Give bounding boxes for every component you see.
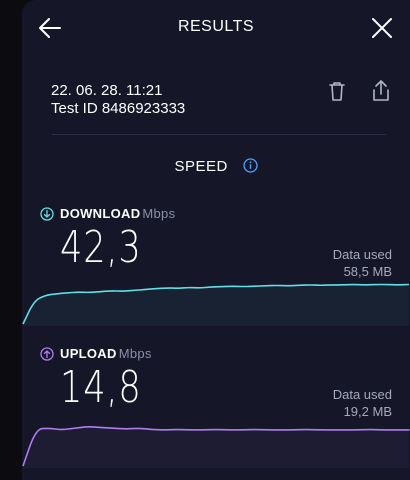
close-button[interactable] bbox=[368, 14, 396, 42]
download-speed-value: 42,3 bbox=[60, 222, 142, 273]
download-data-used-label: Data used bbox=[332, 247, 392, 262]
divider bbox=[52, 134, 386, 135]
upload-speed-value: 14,8 bbox=[60, 362, 142, 413]
results-screen: RESULTS 22. 06. 28. 11:21 Test ID 848692… bbox=[22, 0, 410, 480]
info-button[interactable] bbox=[242, 158, 258, 177]
header: RESULTS bbox=[22, 0, 410, 58]
download-unit: Mbps bbox=[142, 206, 176, 221]
share-icon bbox=[373, 80, 389, 101]
upload-data-used: Data used 19,2 MB bbox=[333, 386, 392, 420]
speed-title: SPEED bbox=[174, 158, 228, 175]
share-button[interactable] bbox=[368, 78, 394, 104]
download-graph-area bbox=[23, 284, 409, 326]
upload-unit: Mbps bbox=[118, 346, 152, 361]
result-meta: 22. 06. 28. 11:21 Test ID 8486923333 bbox=[51, 82, 185, 118]
download-label-text: DOWNLOAD bbox=[60, 206, 141, 221]
upload-label-text: UPLOAD bbox=[60, 346, 117, 361]
upload-data-used-label: Data used bbox=[332, 387, 392, 402]
download-arrow-icon bbox=[40, 207, 54, 221]
speed-section-title: SPEED bbox=[22, 158, 410, 177]
upload-graph bbox=[22, 425, 410, 468]
delete-button[interactable] bbox=[324, 78, 350, 104]
info-icon bbox=[242, 158, 258, 173]
upload-graph-area bbox=[23, 426, 410, 468]
result-date: 22. 06. 28. 11:21 bbox=[51, 82, 163, 99]
download-data-used: Data used 58,5 MB bbox=[333, 246, 392, 280]
upload-arrow-icon bbox=[40, 347, 54, 361]
download-graph bbox=[22, 283, 410, 326]
trash-icon bbox=[329, 82, 345, 101]
close-icon bbox=[372, 18, 392, 38]
test-id: Test ID 8486923333 bbox=[51, 100, 186, 117]
page-title: RESULTS bbox=[177, 18, 255, 35]
